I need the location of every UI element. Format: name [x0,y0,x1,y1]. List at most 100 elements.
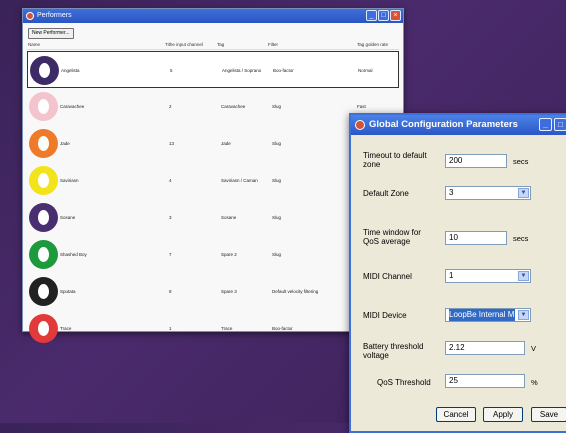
timeout-input[interactable]: 200 [445,154,507,168]
battery-input[interactable]: 2.12 [445,341,525,355]
timeout-label: Timeout to default zone [363,151,427,169]
app-icon [26,12,34,20]
time-window-input[interactable]: 10 [445,231,507,245]
performer-filter: Slug [272,252,282,257]
performer-channel: 1 [169,326,172,331]
performer-ring-icon [29,92,58,121]
chevron-down-icon[interactable]: ▼ [518,271,529,281]
performers-window: Performers _ □ × New Performer... Name T… [22,8,404,343]
timeout-unit: secs [513,157,529,166]
performer-name: Sosane [60,215,76,220]
column-header-tag[interactable]: Tag [217,42,224,47]
performer-row[interactable]: Jade 13 Jade Slug [27,125,399,162]
default-zone-value: 3 [449,188,454,197]
performer-tag: Trace [221,326,233,331]
performers-list: New Performer... Name Tithe input channe… [23,23,403,343]
midi-channel-label: MIDI Channel [363,272,412,281]
maximize-icon[interactable]: □ [378,10,389,21]
ring-hole [38,173,49,188]
battery-unit: V [531,344,537,353]
ring-hole [38,99,49,114]
performer-name: Caravachee [60,104,85,109]
performer-channel: 13 [169,141,175,146]
performer-name: Shashed Boy [60,252,87,257]
ring-hole [38,321,49,336]
performer-row[interactable]: Trace 1 Trace Boo-factor [27,310,399,347]
ring-hole [38,247,49,262]
save-button[interactable]: Save [531,407,566,422]
ring-hole [38,284,49,299]
midi-device-value: LoopBe Internal MIDI [449,309,515,321]
performer-rate: Normal [358,68,373,73]
performer-tag: Sosane [221,215,237,220]
performer-tag: Angelista / Soprano [222,68,262,73]
apply-button[interactable]: Apply [483,407,523,422]
column-header-rate[interactable]: Tag golden rate [357,42,388,47]
performer-filter: Slug [272,178,282,183]
performer-ring-icon [29,240,58,269]
performer-filter: Boo-factor [272,326,293,331]
time-window-label: Time window for QoS average [363,228,421,246]
performer-tag: Spare 2 [221,252,237,257]
performer-rate: Fast [357,104,366,109]
performer-name: Sputata [60,289,76,294]
maximize-icon[interactable]: □ [554,118,566,131]
header-divider [27,49,399,50]
performer-channel: 5 [170,68,173,73]
performer-ring-icon [30,56,59,85]
performer-row[interactable]: Shashed Boy 7 Spare 2 Slug [27,236,399,273]
column-header-filter[interactable]: Filter [268,42,278,47]
default-zone-label: Default Zone [363,189,409,198]
performer-ring-icon [29,277,58,306]
performer-channel: 3 [169,215,172,220]
qos-label: QoS Threshold [377,378,431,387]
performer-tag: Caravachee [221,104,246,109]
performer-tag: Spare 3 [221,289,237,294]
app-icon [355,120,365,130]
column-header-name[interactable]: Name [28,42,40,47]
chevron-down-icon[interactable]: ▼ [518,188,529,198]
midi-device-select[interactable]: LoopBe Internal MIDI ▼ [445,308,531,322]
config-window: Global Configuration Parameters _ □ Time… [349,113,566,433]
config-title-bar[interactable]: Global Configuration Parameters _ □ [351,115,566,135]
performer-ring-icon [29,129,58,158]
performer-row[interactable]: Sputata 8 Spare 3 Default velocity filterin… [27,273,399,310]
performer-filter: Boo-factor [273,68,294,73]
minimize-icon[interactable]: _ [539,118,552,131]
performer-name: Jade [60,141,70,146]
performer-row[interactable]: Angelista 5 Angelista / Soprano Boo-factor N… [27,51,399,88]
performer-channel: 8 [169,289,172,294]
ring-hole [38,136,49,151]
performer-filter: Slug [272,104,282,109]
performer-channel: 7 [169,252,172,257]
close-icon[interactable]: × [390,10,401,21]
performer-ring-icon [29,166,58,195]
performers-title: Performers [37,12,72,19]
performer-filter: Slug [272,215,282,220]
performer-ring-icon [29,314,58,343]
performer-channel: 2 [169,104,172,109]
performer-row[interactable]: Caravachee 2 Caravachee Slug Fast [27,88,399,125]
performer-ring-icon [29,203,58,232]
performer-name: Trace [60,326,72,331]
column-header-channel[interactable]: Tithe input channel [165,42,203,47]
new-performer-button[interactable]: New Performer... [28,28,74,39]
midi-device-label: MIDI Device [363,311,407,320]
qos-input[interactable]: 25 [445,374,525,388]
chevron-down-icon[interactable]: ▼ [518,310,529,320]
midi-channel-select[interactable]: 1 ▼ [445,269,531,283]
performer-row[interactable]: Saviriasn 4 Saviriasn / Caman Slug [27,162,399,199]
default-zone-select[interactable]: 3 ▼ [445,186,531,200]
config-title: Global Configuration Parameters [369,119,518,130]
performer-row[interactable]: Sosane 3 Sosane Slug [27,199,399,236]
time-window-unit: secs [513,234,529,243]
performer-channel: 4 [169,178,172,183]
ring-hole [38,210,49,225]
cancel-button[interactable]: Cancel [436,407,476,422]
performer-tag: Jade [221,141,231,146]
performers-title-bar[interactable]: Performers _ □ × [23,9,403,23]
minimize-icon[interactable]: _ [366,10,377,21]
performer-name: Angelista [61,68,80,73]
performer-name: Saviriasn [60,178,79,183]
battery-label: Battery threshold voltage [363,342,424,360]
